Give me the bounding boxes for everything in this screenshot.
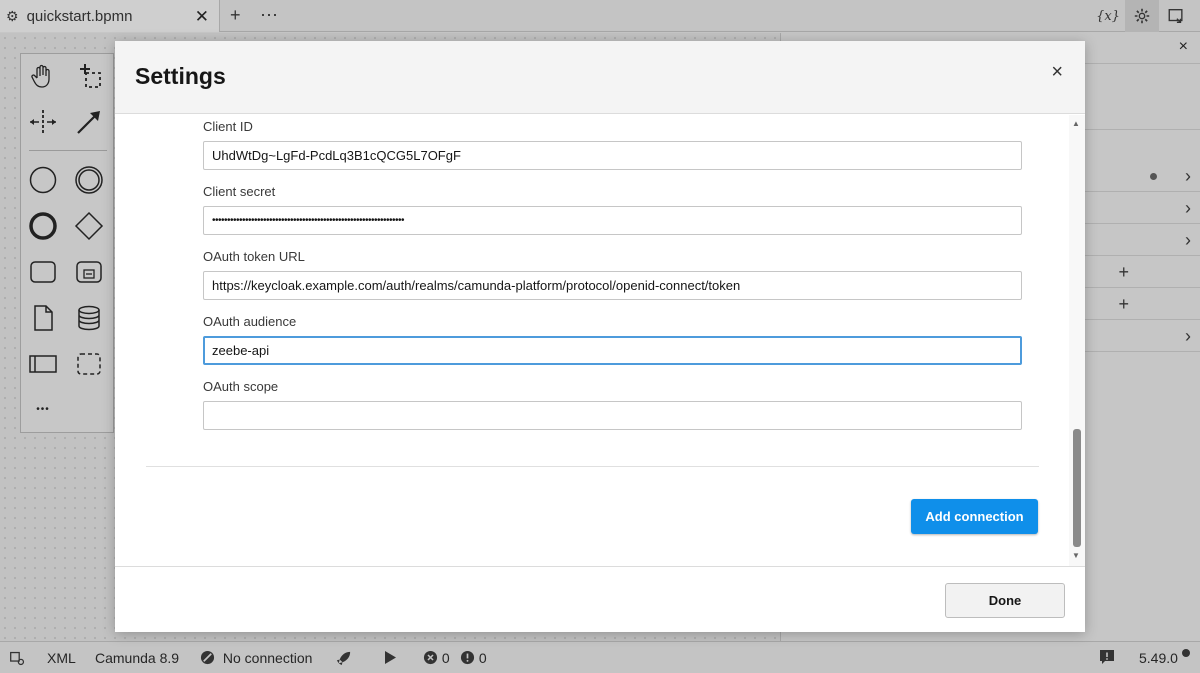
done-button[interactable]: Done	[945, 583, 1065, 618]
panel-toggle-icon[interactable]	[9, 650, 26, 670]
add-tab-button[interactable]: +	[230, 5, 241, 26]
oauth-audience-label: OAuth audience	[203, 314, 297, 329]
modal-footer: Done	[115, 566, 1085, 632]
task-icon[interactable]	[27, 256, 59, 288]
chevron-right-icon[interactable]: ›	[1185, 198, 1191, 219]
scroll-down-icon[interactable]: ▼	[1072, 551, 1080, 560]
client-secret-input[interactable]: ••••••••••••••••••••••••••••••••••••••••…	[203, 206, 1022, 235]
chevron-right-icon[interactable]: ›	[1185, 230, 1191, 251]
tool-palette: •••	[20, 53, 114, 433]
feedback-icon[interactable]	[1099, 649, 1115, 669]
connection-status-button[interactable]: No connection	[200, 650, 312, 666]
more-tabs-button[interactable]: ⋯	[260, 5, 278, 26]
oauth-token-url-input[interactable]	[203, 271, 1022, 300]
update-dot	[1182, 649, 1190, 657]
connection-status-label: No connection	[222, 650, 313, 666]
settings-modal: Settings × Client ID Client secret •••••…	[115, 41, 1085, 632]
scroll-up-icon[interactable]: ▲	[1072, 119, 1080, 128]
section-divider	[146, 466, 1039, 467]
client-id-input[interactable]	[203, 141, 1022, 170]
status-dot	[1150, 173, 1157, 180]
run-icon[interactable]	[383, 649, 398, 669]
modal-title: Settings	[135, 63, 226, 89]
tab-quickstart[interactable]: ⚙ quickstart.bpmn ✕	[0, 0, 220, 32]
client-id-label: Client ID	[203, 119, 253, 134]
error-count: 0	[441, 650, 450, 666]
pool-icon[interactable]	[27, 348, 59, 380]
close-tab-icon[interactable]: ✕	[195, 7, 209, 27]
gear-icon	[1134, 8, 1150, 24]
data-object-icon[interactable]	[27, 302, 59, 334]
scrollbar[interactable]: ▲ ▼	[1069, 115, 1085, 567]
oauth-scope-label: OAuth scope	[203, 379, 279, 394]
settings-button[interactable]	[1125, 0, 1159, 32]
warning-icon	[460, 650, 475, 665]
client-secret-label: Client secret	[203, 184, 276, 199]
data-store-icon[interactable]	[73, 302, 105, 334]
deploy-panel-button[interactable]	[1159, 0, 1193, 32]
space-tool-icon[interactable]	[27, 106, 59, 138]
close-icon[interactable]: ×	[1051, 61, 1063, 84]
panel-icon	[1168, 9, 1183, 23]
add-connection-button[interactable]: Add connection	[911, 499, 1038, 534]
app-version[interactable]: 5.49.0	[1139, 650, 1178, 666]
scroll-thumb[interactable]	[1073, 429, 1081, 547]
subprocess-icon[interactable]	[73, 256, 105, 288]
lasso-tool-icon[interactable]	[73, 60, 105, 92]
end-event-icon[interactable]	[27, 210, 59, 242]
tab-label: quickstart.bpmn	[26, 7, 133, 25]
connect-tool-icon[interactable]	[73, 106, 105, 138]
status-bar: XML Camunda 8.9 No connection 0 0 5.49.0	[0, 641, 1200, 673]
no-connection-icon	[200, 650, 215, 665]
oauth-token-url-label: OAuth token URL	[203, 249, 305, 264]
gear-icon: ⚙	[6, 7, 19, 24]
deploy-icon[interactable]	[334, 649, 353, 671]
warnings-button[interactable]: 0	[460, 650, 487, 666]
hand-tool-icon[interactable]	[27, 60, 59, 92]
intermediate-event-icon[interactable]	[73, 164, 105, 196]
oauth-audience-input[interactable]	[203, 336, 1022, 365]
more-tools-icon[interactable]: •••	[27, 394, 59, 426]
engine-version-button[interactable]: Camunda 8.9	[95, 650, 179, 666]
plus-icon[interactable]: +	[1118, 262, 1129, 283]
chevron-right-icon[interactable]: ›	[1185, 166, 1191, 187]
tab-bar: ⚙ quickstart.bpmn ✕ + ⋯ {x}	[0, 0, 1200, 32]
close-panel-icon[interactable]: ×	[1179, 38, 1188, 56]
start-event-icon[interactable]	[27, 164, 59, 196]
error-icon	[423, 650, 438, 665]
variables-button[interactable]: {x}	[1091, 0, 1125, 32]
plus-icon[interactable]: +	[1118, 294, 1129, 315]
palette-divider	[29, 150, 107, 151]
modal-body: Client ID Client secret ••••••••••••••••…	[115, 115, 1085, 567]
group-icon[interactable]	[73, 348, 105, 380]
modal-header: Settings ×	[115, 41, 1085, 114]
warning-count: 0	[478, 650, 487, 666]
chevron-right-icon[interactable]: ›	[1185, 326, 1191, 347]
errors-button[interactable]: 0	[423, 650, 450, 666]
xml-button[interactable]: XML	[47, 650, 76, 666]
oauth-scope-input[interactable]	[203, 401, 1022, 430]
gateway-icon[interactable]	[73, 210, 105, 242]
